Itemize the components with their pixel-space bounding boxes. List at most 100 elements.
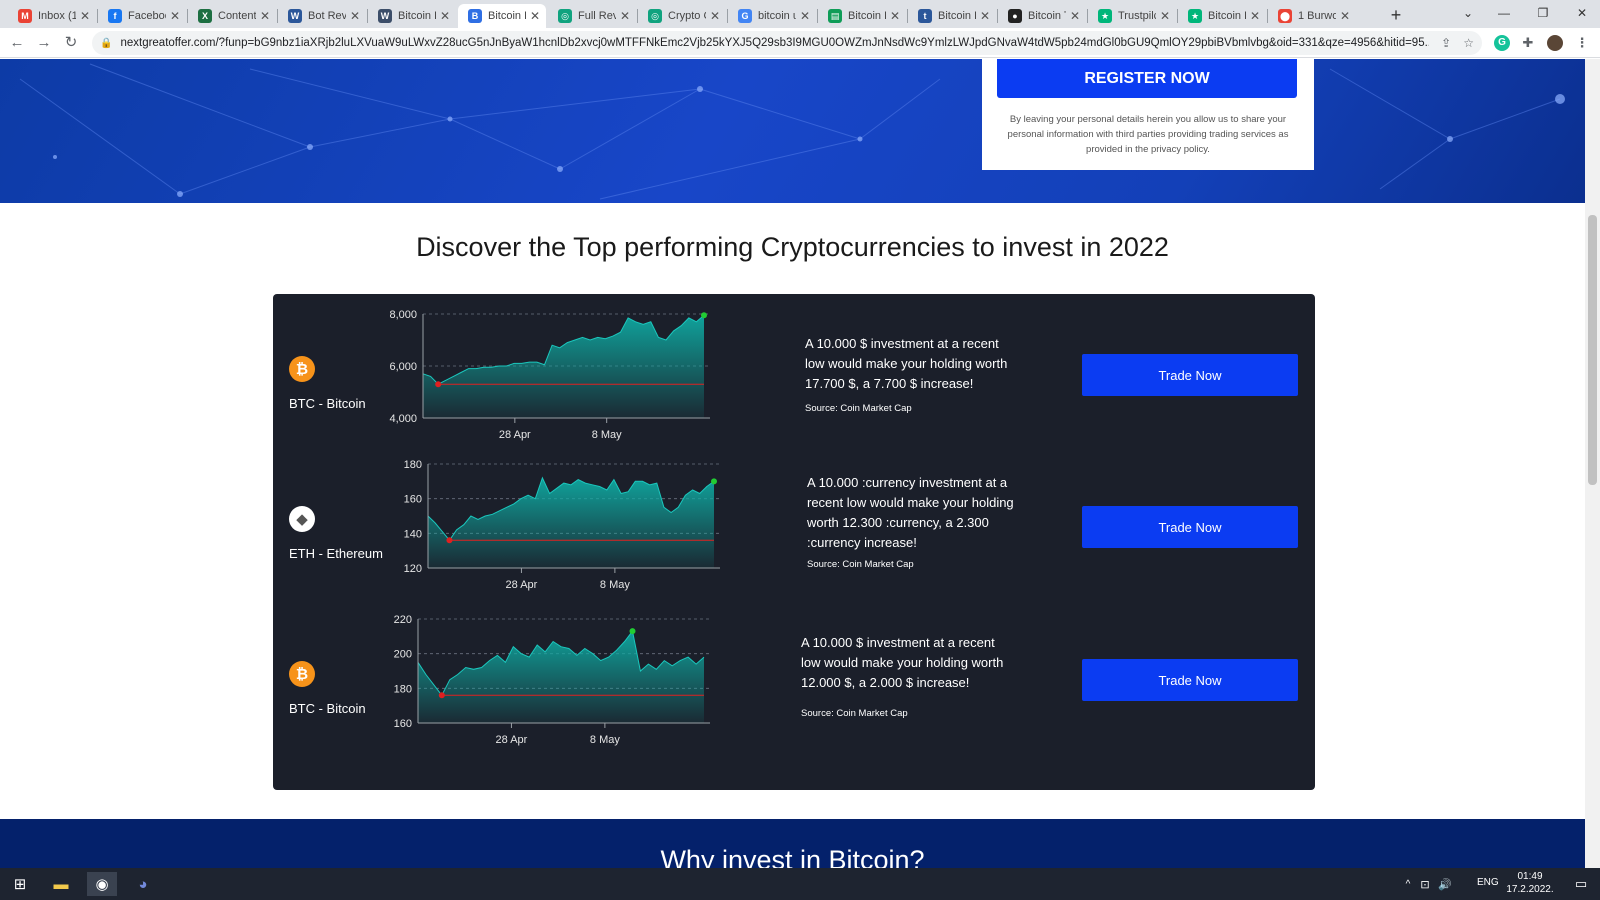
tab-close-icon[interactable]: ✕ [440, 9, 450, 23]
excel-icon: X [198, 9, 212, 23]
browser-tab[interactable]: W Bot Revi ✕ [278, 4, 366, 28]
tab-separator [1177, 9, 1178, 23]
register-now-button[interactable]: REGISTER NOW [997, 59, 1297, 98]
tab-search-icon[interactable]: ⌄ [1448, 2, 1488, 24]
data-source: Source: Coin Market Cap [805, 403, 912, 414]
y-tick-label: 160 [394, 718, 412, 730]
discord-taskbar-icon[interactable]: ◕ [128, 872, 158, 896]
register-form-card: REGISTER NOW By leaving your personal de… [982, 59, 1314, 170]
tab-separator [727, 9, 728, 23]
y-tick-label: 140 [404, 528, 422, 540]
address-bar[interactable]: 🔒 nextgreatoffer.com/?funp=bG9nbz1iaXRjb… [92, 31, 1482, 55]
tab-close-icon[interactable]: ✕ [1340, 9, 1350, 23]
y-tick-label: 220 [394, 614, 412, 626]
trade-now-button[interactable]: Trade Now [1082, 354, 1298, 396]
page-scrollbar[interactable] [1585, 59, 1600, 868]
windows-taskbar: ⊞ ▬ ◉ ◕ ^ ⊡ 🔊 ENG 01:49 17.2.2022. ▭ [0, 868, 1600, 900]
browser-tab[interactable]: X Content ✕ [188, 4, 276, 28]
tab-close-icon[interactable]: ✕ [620, 9, 630, 23]
tab-close-icon[interactable]: ✕ [1160, 9, 1170, 23]
txt-icon: t [918, 9, 932, 23]
price-chart: 160 180 200 220 28 Apr 8 May [394, 614, 710, 746]
taskbar-clock[interactable]: 01:49 17.2.2022. [1500, 870, 1560, 896]
browser-toolbar: ← → ↻ 🔒 nextgreatoffer.com/?funp=bG9nbz1… [0, 28, 1600, 58]
close-window-icon[interactable]: ✕ [1562, 2, 1600, 24]
x-tick-label: 28 Apr [506, 579, 538, 591]
tab-close-icon[interactable]: ✕ [890, 9, 900, 23]
browser-tab[interactable]: ▤ Bitcoin L ✕ [818, 4, 906, 28]
browser-tab[interactable]: ◎ Crypto C ✕ [638, 4, 726, 28]
y-tick-label: 180 [404, 459, 422, 471]
menu-kebab-icon[interactable]: ⋮ [1574, 35, 1590, 51]
trustpilot-icon: ★ [1098, 9, 1112, 23]
gmail-icon: M [18, 9, 32, 23]
crypto-performance-panel: ₿ BTC - Bitcoin 4,000 6,000 8,000 28 Apr 8 May… [273, 294, 1315, 790]
tab-close-icon[interactable]: ✕ [260, 9, 270, 23]
tab-close-icon[interactable]: ✕ [170, 9, 180, 23]
extensions-puzzle-icon[interactable]: ✚ [1520, 35, 1536, 51]
price-chart: 120 140 160 180 28 Apr 8 May [404, 459, 720, 591]
tab-close-icon[interactable]: ✕ [80, 9, 90, 23]
browser-tab[interactable]: B Bitcoin L ✕ [458, 4, 546, 28]
tab-close-icon[interactable]: ✕ [980, 9, 990, 23]
tab-title: Faceboo [128, 10, 166, 22]
new-tab-button[interactable]: + [1385, 5, 1407, 26]
windows-start-icon[interactable]: ⊞ [5, 872, 35, 896]
tab-title: Content [218, 10, 256, 22]
tab-separator [1267, 9, 1268, 23]
url-text: nextgreatoffer.com/?funp=bG9nbz1iaXRjb2l… [120, 37, 1430, 49]
trade-now-button[interactable]: Trade Now [1082, 659, 1298, 701]
chrome-taskbar-icon[interactable]: ◉ [87, 872, 117, 896]
low-point-marker [435, 381, 442, 388]
tab-separator [907, 9, 908, 23]
minimize-icon[interactable]: — [1484, 2, 1524, 24]
browser-tab[interactable]: Gbitcoin u ✕ [728, 4, 816, 28]
forward-icon[interactable]: → [33, 32, 55, 54]
browser-tab[interactable]: f Faceboo ✕ [98, 4, 186, 28]
y-tick-label: 8,000 [389, 309, 417, 321]
browser-tab[interactable]: ★ Bitcoin L ✕ [1178, 4, 1266, 28]
trade-now-button[interactable]: Trade Now [1082, 506, 1298, 548]
bitcoin-icon: ₿ [289, 356, 315, 382]
crypto-row-eth: ◆ ETH - Ethereum 120 140 160 180 28 Apr 8 May A … [273, 454, 1315, 604]
notification-icon[interactable]: ▭ [1566, 872, 1596, 896]
browser-tab[interactable]: t Bitcoin L ✕ [908, 4, 996, 28]
tab-title: Bitcoin L [398, 10, 436, 22]
tab-title: Bitcoin L [938, 10, 976, 22]
browser-tab[interactable]: W Bitcoin L ✕ [368, 4, 456, 28]
tab-close-icon[interactable]: ✕ [350, 9, 360, 23]
high-point-marker [701, 312, 707, 319]
tab-close-icon[interactable]: ✕ [530, 9, 540, 23]
y-tick-label: 180 [394, 683, 412, 695]
browser-tab[interactable]: ◎ Full Revi ✕ [548, 4, 636, 28]
facebook-icon: f [108, 9, 122, 23]
file-explorer-icon[interactable]: ▬ [46, 872, 76, 896]
browser-tab-strip: MInbox (1✕fFaceboo✕XContent✕WBot Revi✕WB… [0, 0, 1600, 28]
tab-title: Crypto C [668, 10, 706, 22]
maps-icon: ⬤ [1278, 9, 1292, 23]
share-icon[interactable]: ⇪ [1441, 36, 1451, 50]
browser-tab[interactable]: ⬤ 1 Burwo ✕ [1268, 4, 1356, 28]
crypto-row-btc: ₿ BTC - Bitcoin 4,000 6,000 8,000 28 Apr 8 May… [273, 304, 1315, 454]
tab-close-icon[interactable]: ✕ [1070, 9, 1080, 23]
tab-close-icon[interactable]: ✕ [710, 9, 720, 23]
language-indicator[interactable]: ENG [1477, 877, 1499, 888]
profile-avatar[interactable] [1547, 35, 1563, 51]
browser-tab[interactable]: M Inbox (1 ✕ [8, 4, 96, 28]
y-tick-label: 120 [404, 563, 422, 575]
tray-volume-icon[interactable]: 🔊 [1430, 872, 1460, 896]
grammarly-extension-icon[interactable]: G [1494, 35, 1510, 51]
tab-close-icon[interactable]: ✕ [1250, 9, 1260, 23]
clock-date: 17.2.2022. [1506, 884, 1554, 895]
back-icon[interactable]: ← [6, 32, 28, 54]
reload-icon[interactable]: ↻ [60, 32, 82, 54]
tab-title: Inbox (1 [38, 10, 76, 22]
y-tick-label: 200 [394, 649, 412, 661]
why-invest-heading: Why invest in Bitcoin? [660, 845, 925, 868]
restore-icon[interactable]: ❐ [1523, 2, 1563, 24]
bookmark-star-icon[interactable]: ☆ [1463, 36, 1474, 50]
browser-tab[interactable]: ● Bitcoin T ✕ [998, 4, 1086, 28]
scrollbar-thumb[interactable] [1588, 215, 1597, 485]
browser-tab[interactable]: ★ Trustpilc ✕ [1088, 4, 1176, 28]
tab-close-icon[interactable]: ✕ [800, 9, 810, 23]
